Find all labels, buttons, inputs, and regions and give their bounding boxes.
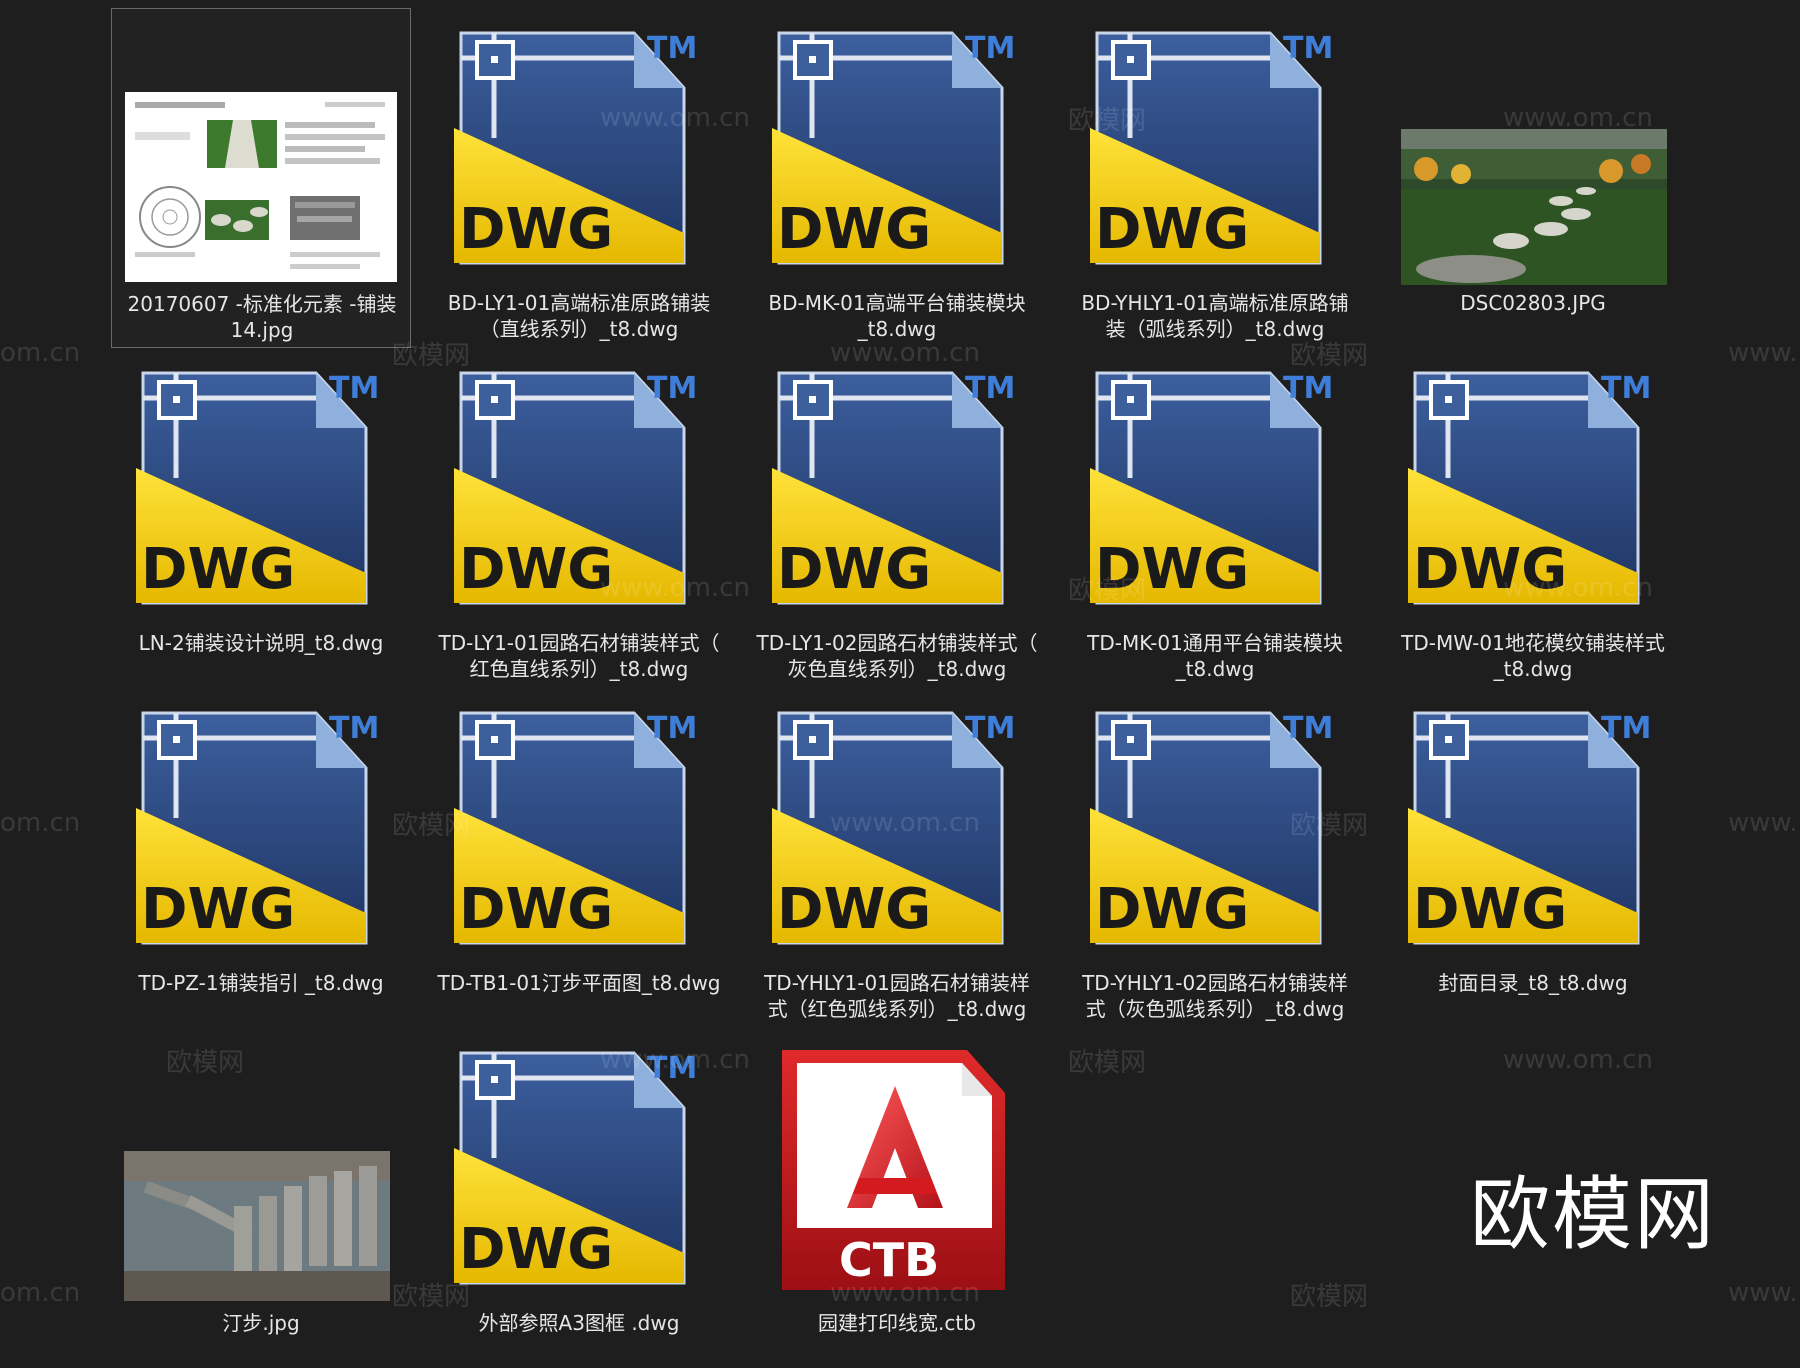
- dwg-file-icon: TM DWG: [449, 1038, 709, 1303]
- file-item[interactable]: TM DWG BD-MK-01高端平台铺装模块 _t8.dwg: [747, 8, 1047, 348]
- dwg-file-icon: TM DWG: [449, 698, 709, 963]
- file-name: BD-MK-01高端平台铺装模块 _t8.dwg: [768, 291, 1026, 341]
- dwg-file-icon: TM DWG: [767, 358, 1027, 623]
- dwg-file-icon: TM DWG: [1085, 18, 1345, 283]
- dwg-file-icon: TM DWG: [131, 698, 391, 963]
- file-name: BD-YHLY1-01高端标准原路铺 装（弧线系列）_t8.dwg: [1081, 291, 1349, 341]
- dwg-file-icon: TM DWG: [767, 698, 1027, 963]
- file-item[interactable]: TM DWG TD-PZ-1铺装指引 _t8.dwg: [111, 688, 411, 1028]
- file-item[interactable]: TM DWG 外部参照A3图框 .dwg: [429, 1028, 729, 1368]
- dwg-file-icon: TM DWG: [131, 358, 391, 623]
- dwg-file-icon: TM DWG: [1085, 698, 1345, 963]
- svg-text:DWG: DWG: [777, 877, 931, 942]
- svg-text:TM: TM: [1601, 371, 1651, 406]
- file-name: 封面目录_t8_t8.dwg: [1438, 971, 1628, 995]
- svg-text:TM: TM: [647, 1051, 697, 1086]
- svg-text:TM: TM: [965, 711, 1015, 746]
- file-name: TD-MK-01通用平台铺装模块 _t8.dwg: [1087, 631, 1343, 681]
- file-name: TD-MW-01地花模纹铺装样式 _t8.dwg: [1401, 631, 1665, 681]
- svg-text:DWG: DWG: [1413, 877, 1567, 942]
- file-item[interactable]: TM DWG BD-YHLY1-01高端标准原路铺 装（弧线系列）_t8.dwg: [1065, 8, 1365, 348]
- svg-text:TM: TM: [1283, 31, 1333, 66]
- svg-text:TM: TM: [647, 371, 697, 406]
- image-thumbnail: [1401, 129, 1667, 285]
- file-item[interactable]: TM DWG 封面目录_t8_t8.dwg: [1383, 688, 1683, 1028]
- svg-text:TM: TM: [647, 711, 697, 746]
- file-name: 园建打印线宽.ctb: [818, 1311, 976, 1335]
- svg-text:TM: TM: [965, 371, 1015, 406]
- brand-watermark: 欧模网: [1470, 1168, 1716, 1261]
- svg-text:TM: TM: [329, 371, 379, 406]
- file-item[interactable]: 汀步.jpg: [111, 1028, 411, 1368]
- svg-text:TM: TM: [1283, 371, 1333, 406]
- file-name: TD-TB1-01汀步平面图_t8.dwg: [437, 971, 721, 995]
- file-name: 外部参照A3图框 .dwg: [478, 1311, 680, 1335]
- svg-text:DWG: DWG: [459, 537, 613, 602]
- file-item[interactable]: DSC02803.JPG: [1383, 8, 1683, 348]
- file-item[interactable]: TM DWG TD-MK-01通用平台铺装模块 _t8.dwg: [1065, 348, 1365, 688]
- file-name: TD-YHLY1-01园路石材铺装样 式（红色弧线系列）_t8.dwg: [764, 971, 1030, 1021]
- file-item[interactable]: TM DWG LN-2铺装设计说明_t8.dwg: [111, 348, 411, 688]
- file-name: LN-2铺装设计说明_t8.dwg: [138, 631, 384, 655]
- svg-text:TM: TM: [965, 31, 1015, 66]
- svg-text:TM: TM: [329, 711, 379, 746]
- file-name: 汀步.jpg: [222, 1311, 300, 1335]
- file-name: TD-PZ-1铺装指引 _t8.dwg: [138, 971, 384, 995]
- svg-text:DWG: DWG: [1095, 877, 1249, 942]
- dwg-file-icon: TM DWG: [767, 18, 1027, 283]
- file-name: DSC02803.JPG: [1460, 291, 1606, 315]
- dwg-file-icon: TM DWG: [449, 18, 709, 283]
- svg-text:TM: TM: [1601, 711, 1651, 746]
- svg-text:CTB: CTB: [839, 1233, 939, 1287]
- file-name: BD-LY1-01高端标准原路铺装 （直线系列）_t8.dwg: [447, 291, 711, 341]
- file-item[interactable]: TM DWG TD-YHLY1-02园路石材铺装样 式（灰色弧线系列）_t8.d…: [1065, 688, 1365, 1028]
- file-name: TD-YHLY1-02园路石材铺装样 式（灰色弧线系列）_t8.dwg: [1082, 971, 1348, 1021]
- dwg-file-icon: TM DWG: [1403, 698, 1663, 963]
- svg-text:DWG: DWG: [141, 877, 295, 942]
- svg-text:TM: TM: [1283, 711, 1333, 746]
- dwg-file-icon: TM DWG: [1085, 358, 1345, 623]
- image-thumbnail: [124, 1151, 390, 1301]
- file-grid: 20170607 -标准化元素 -铺装 14.jpg TM DWG BD-LY1…: [0, 0, 1800, 1347]
- svg-text:DWG: DWG: [141, 537, 295, 602]
- file-item[interactable]: TM DWG TD-MW-01地花模纹铺装样式 _t8.dwg: [1383, 348, 1683, 688]
- dwg-file-icon: TM DWG: [1403, 358, 1663, 623]
- dwg-file-icon: TM DWG: [449, 358, 709, 623]
- file-item[interactable]: TM DWG TD-TB1-01汀步平面图_t8.dwg: [429, 688, 729, 1028]
- svg-text:DWG: DWG: [1095, 197, 1249, 262]
- file-item[interactable]: CTB 园建打印线宽.ctb: [747, 1028, 1047, 1368]
- svg-text:DWG: DWG: [1413, 537, 1567, 602]
- file-item[interactable]: TM DWG TD-LY1-02园路石材铺装样式（ 灰色直线系列）_t8.dwg: [747, 348, 1047, 688]
- svg-text:DWG: DWG: [1095, 537, 1249, 602]
- svg-text:DWG: DWG: [459, 1217, 613, 1282]
- svg-text:DWG: DWG: [777, 197, 931, 262]
- svg-text:DWG: DWG: [459, 197, 613, 262]
- svg-text:DWG: DWG: [777, 537, 931, 602]
- file-item[interactable]: 20170607 -标准化元素 -铺装 14.jpg: [111, 8, 411, 348]
- file-item[interactable]: TM DWG BD-LY1-01高端标准原路铺装 （直线系列）_t8.dwg: [429, 8, 729, 348]
- image-thumbnail: [125, 92, 397, 292]
- file-item[interactable]: TM DWG TD-LY1-01园路石材铺装样式（ 红色直线系列）_t8.dwg: [429, 348, 729, 688]
- ctb-file-icon: CTB: [767, 1038, 1027, 1303]
- file-item[interactable]: TM DWG TD-YHLY1-01园路石材铺装样 式（红色弧线系列）_t8.d…: [747, 688, 1047, 1028]
- svg-text:DWG: DWG: [459, 877, 613, 942]
- file-name: 20170607 -标准化元素 -铺装 14.jpg: [127, 292, 397, 342]
- svg-text:TM: TM: [647, 31, 697, 66]
- file-name: TD-LY1-01园路石材铺装样式（ 红色直线系列）_t8.dwg: [438, 631, 720, 681]
- file-name: TD-LY1-02园路石材铺装样式（ 灰色直线系列）_t8.dwg: [756, 631, 1038, 681]
